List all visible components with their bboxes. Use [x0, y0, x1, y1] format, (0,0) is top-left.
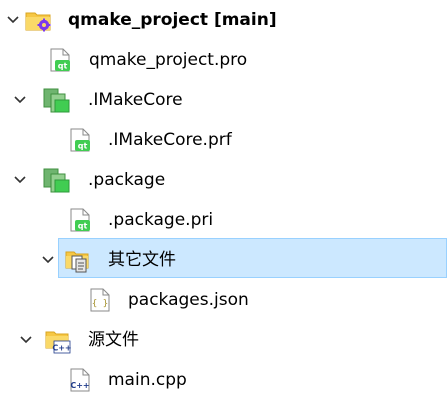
svg-text:qt: qt — [58, 62, 68, 71]
chevron-down-icon[interactable] — [12, 172, 28, 188]
tree-item-label: qmake_project [main] — [68, 10, 277, 30]
qt-file-icon: qt — [70, 128, 90, 152]
tree-item-imakecore-folder[interactable]: .IMakeCore — [0, 80, 447, 120]
tree-item-source-files-folder[interactable]: C++ 源文件 — [0, 320, 447, 360]
tree-item-qmake-project[interactable]: qmake_project [main] — [0, 0, 447, 40]
chevron-down-icon[interactable] — [5, 12, 21, 28]
project-tree: qmake_project [main] qt qmake_project.pr… — [0, 0, 447, 405]
svg-text:C++: C++ — [70, 381, 89, 390]
tree-item-label: .package — [88, 170, 166, 190]
qt-folder-icon — [43, 168, 70, 193]
svg-text:C++: C++ — [52, 344, 71, 353]
svg-text:qt: qt — [78, 222, 88, 231]
chevron-down-icon[interactable] — [12, 92, 28, 108]
qt-file-icon: qt — [70, 208, 90, 232]
tree-item-label: 源文件 — [88, 330, 139, 350]
cpp-file-icon: C++ — [70, 368, 90, 392]
svg-text:qt: qt — [78, 142, 88, 151]
chevron-down-icon[interactable] — [40, 252, 56, 268]
tree-item-label: .package.pri — [108, 210, 214, 230]
chevron-down-icon[interactable] — [18, 332, 34, 348]
tree-item-package-pri[interactable]: qt .package.pri — [0, 200, 447, 240]
qt-folder-icon — [43, 88, 70, 113]
tree-item-label: .IMakeCore — [88, 90, 183, 110]
cpp-folder-icon: C++ — [45, 331, 72, 354]
tree-item-label: 其它文件 — [108, 250, 176, 270]
tree-item-other-files-content: 其它文件 — [0, 240, 447, 280]
tree-item-package-folder[interactable]: .package — [0, 160, 447, 200]
qt-file-icon: qt — [50, 48, 70, 72]
json-file-icon: { } — [90, 288, 110, 312]
qmake-project-folder-icon — [25, 12, 51, 32]
other-files-folder-icon — [65, 251, 89, 273]
tree-item-label: .IMakeCore.prf — [108, 130, 232, 150]
tree-item-imakecore-prf[interactable]: qt .IMakeCore.prf — [0, 120, 447, 160]
tree-item-packages-json[interactable]: { } packages.json — [0, 280, 447, 320]
tree-item-label: packages.json — [128, 290, 249, 310]
tree-item-label: main.cpp — [108, 370, 187, 390]
tree-item-main-cpp[interactable]: C++ main.cpp — [0, 360, 447, 400]
svg-text:{ }: { } — [92, 299, 108, 309]
tree-item-qmake-project-pro[interactable]: qt qmake_project.pro — [0, 40, 447, 80]
tree-item-label: qmake_project.pro — [89, 50, 248, 70]
